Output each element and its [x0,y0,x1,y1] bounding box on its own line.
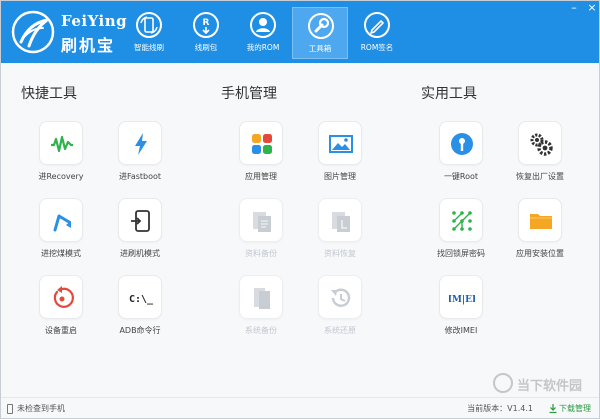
svg-text:IM|EI: IM|EI [449,295,475,305]
status-bar: 未检查到手机 当前版本：V1.4.1 下载管理 [1,397,599,418]
svg-text:C:\_: C:\_ [129,294,154,305]
pen-icon [364,12,390,38]
logo-swirl-icon [11,10,55,54]
version-text: 当前版本：V1.4.1 [467,404,533,413]
tile-data-restore[interactable]: 资料恢复 [305,198,375,266]
watermark-text: 当下软件园 [517,379,583,394]
nav-my-rom[interactable]: 我的ROM [235,7,291,59]
apps-icon [252,134,272,154]
app-window: FeiYing 刷机宝 智能线刷 R 线刷包 我的ROM 工具箱 ROM签名 –… [0,0,600,419]
system-backup-icon [254,288,270,309]
lightning-icon [135,133,147,155]
nav-rom-sign[interactable]: ROM签名 [349,7,405,59]
tile-picture-management[interactable]: 图片管理 [305,121,375,189]
gears-icon [530,133,553,156]
tile-recover-lock-password[interactable]: 找回锁屏密码 [426,198,496,266]
tile-enter-fastboot[interactable]: 进Fastboot [105,121,175,189]
tile-enter-recovery[interactable]: 进Recovery [26,121,96,189]
tile-modify-imei[interactable]: IM|EI 修改IMEI [426,275,496,343]
minimize-button[interactable]: – [565,1,583,17]
title-bar: FeiYing 刷机宝 智能线刷 R 线刷包 我的ROM 工具箱 ROM签名 –… [1,1,599,63]
key-icon [451,133,473,155]
svg-text:R: R [203,18,210,28]
pattern-lock-icon [452,211,472,231]
connection-status: 未检查到手机 [7,403,65,414]
history-icon [331,288,351,307]
sync-icon [136,12,162,38]
section-phone-management: 手机管理 应用管理 图片管理 资料备份 资料恢复 系统备份 系统还原 [201,63,391,393]
tile-system-restore[interactable]: 系统还原 [305,275,375,343]
backup-icon [253,212,271,232]
imei-icon: IM|EI [449,295,475,305]
nav-toolbox[interactable]: 工具箱 [292,7,348,59]
rom-package-icon: R [193,12,219,38]
brand-name-en: FeiYing [61,12,128,30]
terminal-icon: C:\_ [129,294,154,305]
download-label: 下载管理 [559,404,591,413]
phone-enter-icon [131,210,150,232]
tile-app-management[interactable]: 应用管理 [226,121,296,189]
download-manager-link[interactable]: 下载管理 [549,403,591,414]
brand-name-cn: 刷机宝 [61,36,116,55]
tile-data-backup[interactable]: 资料备份 [226,198,296,266]
nav-smart-flash[interactable]: 智能线刷 [121,7,177,59]
user-icon [250,12,276,38]
section-quick-tools: 快捷工具 进Recovery 进Fastboot 进挖煤模式 进刷机模式 设备重… [1,63,191,393]
watermark-logo-icon [493,373,513,393]
nav-label: 工具箱 [308,44,332,53]
download-icon [549,404,557,413]
restart-icon [53,286,74,308]
recovery-icon [51,135,73,153]
section-title: 实用工具 [421,86,477,102]
section-title: 手机管理 [221,86,277,102]
tile-one-click-root[interactable]: 一键Root [426,121,496,189]
tile-enter-digger-mode[interactable]: 进挖煤模式 [26,198,96,266]
tile-app-install-location[interactable]: 应用安装位置 [505,198,575,266]
tile-factory-reset[interactable]: 恢复出厂设置 [505,121,575,189]
phone-icon [7,403,13,414]
nav-label: 线刷包 [194,43,218,52]
section-title: 快捷工具 [21,86,77,102]
main-nav: 智能线刷 R 线刷包 我的ROM 工具箱 ROM签名 [121,7,406,59]
close-button[interactable]: × [583,1,599,17]
folder-icon [530,214,552,229]
tile-enter-flash-mode[interactable]: 进刷机模式 [105,198,175,266]
status-right: 当前版本：V1.4.1 下载管理 [467,403,591,414]
watermark: 当下软件园 [493,373,593,395]
tile-adb-command-line[interactable]: C:\_ ADB命令行 [105,275,175,343]
section-utilities: 实用工具 一键Root 恢复出厂设置 找回锁屏密码 应用安装位置 IM|EI 修… [401,63,591,393]
tile-device-restart[interactable]: 设备重启 [26,275,96,343]
window-controls: – × [565,1,599,17]
tile-system-backup[interactable]: 系统备份 [226,275,296,343]
digger-icon [53,214,71,232]
connection-text: 未检查到手机 [17,404,65,413]
picture-icon [329,135,353,153]
nav-label: ROM签名 [360,43,394,52]
nav-label: 我的ROM [246,43,280,52]
nav-label: 智能线刷 [134,43,164,52]
wrench-icon [308,13,334,39]
nav-rom-package[interactable]: R 线刷包 [178,7,234,59]
restore-file-icon [332,212,350,232]
